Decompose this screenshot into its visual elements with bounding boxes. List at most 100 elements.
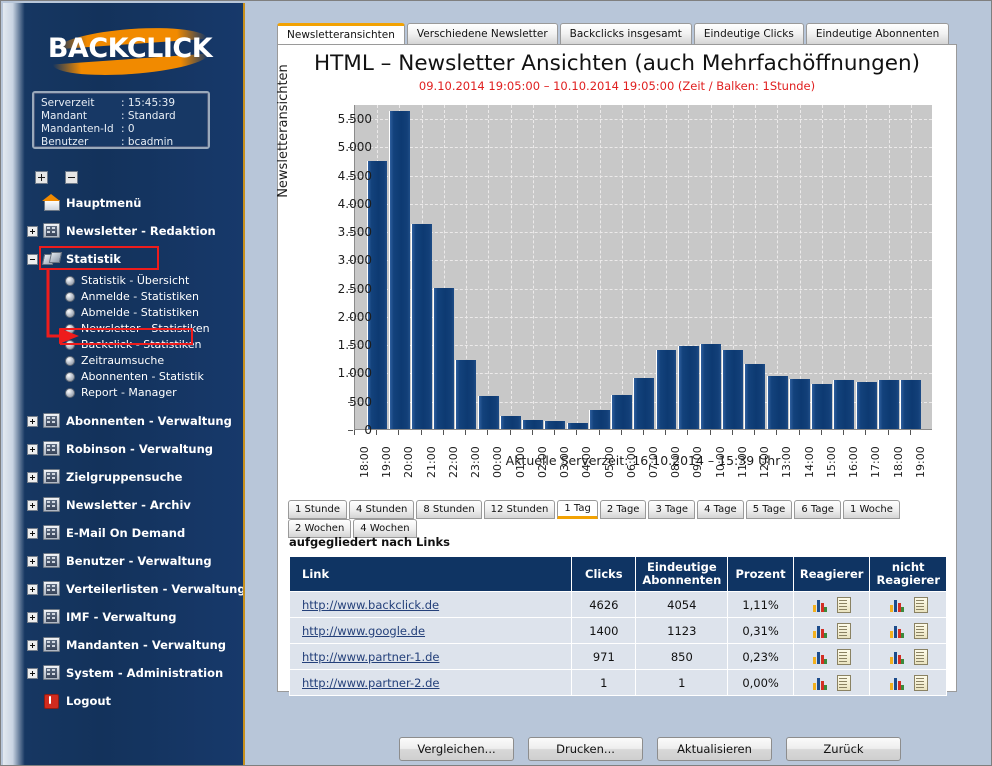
bar-chart-icon[interactable]	[889, 624, 904, 638]
chart-x-tick-mark	[709, 430, 711, 435]
col-header-line1: Eindeutige	[646, 560, 717, 574]
sidebar-item-imf-verwaltung[interactable]: IMF - Verwaltung	[3, 603, 243, 631]
bar-chart-icon[interactable]	[889, 650, 904, 664]
expand-icon[interactable]	[27, 612, 38, 623]
aktualisieren-button[interactable]: Aktualisieren	[657, 737, 772, 761]
sidebar-item-zielgruppensuche[interactable]: Zielgruppensuche	[3, 463, 243, 491]
tab-eindeutige-abonnenten[interactable]: Eindeutige Abonnenten	[805, 23, 950, 45]
expand-icon[interactable]	[27, 444, 38, 455]
time-range-button-3-tage[interactable]: 3 Tage	[648, 500, 696, 519]
collapse-all-button[interactable]	[65, 171, 79, 184]
expand-icon[interactable]	[27, 472, 38, 483]
tree-controls	[35, 169, 90, 188]
time-range-button-6-tage[interactable]: 6 Tage	[794, 500, 841, 519]
logo-text: BACKCLICK	[47, 33, 213, 64]
expand-icon[interactable]	[27, 500, 38, 511]
time-range-button-1-stunde[interactable]: 1 Stunde	[288, 500, 347, 519]
sidebar-item-newsletter-redaktion[interactable]: Newsletter - Redaktion	[3, 217, 243, 245]
link-anchor[interactable]: http://www.google.de	[302, 624, 425, 638]
link-anchor[interactable]: http://www.backclick.de	[302, 598, 439, 612]
sidebar-item-robinson-verwaltung[interactable]: Robinson - Verwaltung	[3, 435, 243, 463]
sidebar-item-verteilerlisten-verwaltung[interactable]: Verteilerlisten - Verwaltung	[3, 575, 243, 603]
col-header-reagierer[interactable]: Reagierer	[792, 555, 871, 593]
sidebar-item-benutzer-verwaltung[interactable]: Benutzer - Verwaltung	[3, 547, 243, 575]
expand-all-button[interactable]	[35, 171, 48, 184]
time-range-button-1-tag[interactable]: 1 Tag	[557, 500, 598, 519]
sidebar-item-abonnenten-verwaltung[interactable]: Abonnenten - Verwaltung	[3, 407, 243, 435]
sidebar-subitem-statistik-uebersicht[interactable]: Statistik - Übersicht	[3, 273, 243, 289]
expand-icon[interactable]	[27, 226, 38, 237]
chart-bar	[499, 416, 521, 429]
col-header-link[interactable]: Link	[288, 555, 573, 593]
tab-newsletteransichten[interactable]: Newsletteransichten	[277, 23, 405, 45]
bar-chart-icon[interactable]	[812, 676, 828, 690]
bullet-icon	[65, 388, 75, 398]
col-header-clicks[interactable]: Clicks	[571, 555, 637, 593]
document-list-icon[interactable]	[837, 623, 852, 640]
sidebar-item-logout[interactable]: Logout	[3, 687, 243, 715]
collapse-icon[interactable]	[27, 254, 38, 265]
expand-icon[interactable]	[27, 668, 38, 679]
sidebar-item-mandanten-verwaltung[interactable]: Mandanten - Verwaltung	[3, 631, 243, 659]
sidebar-subitem-abonnenten-statistik[interactable]: Abonnenten - Statistik	[3, 369, 243, 385]
document-list-icon[interactable]	[837, 649, 852, 666]
time-range-button-12-stunden[interactable]: 12 Stunden	[483, 500, 556, 519]
col-header-prozent[interactable]: Prozent	[727, 555, 794, 593]
bar-chart-icon[interactable]	[812, 598, 828, 612]
sidebar-subitem-zeitraumsuche[interactable]: Zeitraumsuche	[3, 353, 243, 369]
sidebar-item-hauptmenu[interactable]: Hauptmenü	[3, 189, 243, 217]
info-label-serverzeit: Serverzeit	[41, 97, 95, 109]
document-list-icon[interactable]	[913, 623, 928, 640]
document-list-icon[interactable]	[837, 597, 852, 614]
expand-icon[interactable]	[27, 640, 38, 651]
tab-verschiedene-newsletter[interactable]: Verschiedene Newsletter	[406, 23, 558, 45]
col-header-eindeutige-abonnenten[interactable]: Eindeutige Abonnenten	[635, 555, 729, 593]
sidebar-item-label: E-Mail On Demand	[66, 526, 186, 540]
tab-bar: Newsletteransichten Verschiedene Newslett…	[277, 23, 951, 45]
col-header-nicht-reagierer[interactable]: nicht Reagierer	[869, 555, 947, 593]
time-range-button-4-stunden[interactable]: 4 Stunden	[349, 500, 415, 519]
drucken-button[interactable]: Drucken...	[528, 737, 643, 761]
sidebar-item-email-on-demand[interactable]: E-Mail On Demand	[3, 519, 243, 547]
tab-eindeutige-clicks[interactable]: Eindeutige Clicks	[693, 23, 804, 45]
document-list-icon[interactable]	[913, 597, 928, 614]
chart-x-tick-mark	[731, 430, 733, 435]
cell-unique-subscribers: 1123	[635, 617, 729, 645]
expand-icon[interactable]	[27, 556, 38, 567]
time-range-button-2-tage[interactable]: 2 Tage	[599, 500, 647, 519]
chart-bar	[588, 410, 610, 429]
chart-y-tick-label: 5.000	[337, 140, 372, 155]
sidebar-subitem-backclick-statistiken[interactable]: Backclick - Statistiken	[3, 337, 243, 353]
document-list-icon[interactable]	[913, 675, 928, 692]
time-range-button-5-tage[interactable]: 5 Tage	[745, 500, 793, 519]
time-range-button-1-woche[interactable]: 1 Woche	[842, 500, 900, 519]
link-anchor[interactable]: http://www.partner-1.de	[302, 650, 439, 664]
expand-icon[interactable]	[27, 528, 38, 539]
bar-chart-icon[interactable]	[889, 598, 904, 612]
chart-bar	[433, 287, 455, 429]
tab-backclicks-insgesamt[interactable]: Backclicks insgesamt	[559, 23, 692, 45]
link-anchor[interactable]: http://www.partner-2.de	[302, 676, 439, 690]
sidebar-item-newsletter-archiv[interactable]: Newsletter - Archiv	[3, 491, 243, 519]
vergleichen-button[interactable]: Vergleichen...	[399, 737, 514, 761]
chart-y-tick-label: 2.500	[337, 281, 372, 296]
sidebar-item-statistik[interactable]: Statistik	[3, 245, 243, 273]
zurueck-button[interactable]: Zurück	[786, 737, 901, 761]
cell-reagierer	[792, 643, 871, 671]
time-range-button-4-tage[interactable]: 4 Tage	[697, 500, 744, 519]
chart-x-tick-mark	[643, 430, 644, 435]
expand-icon[interactable]	[27, 584, 38, 595]
sidebar-subitem-newsletter-statistiken[interactable]: Newsletter - Statistiken	[3, 321, 243, 337]
sidebar-subitem-abmelde-statistiken[interactable]: Abmelde - Statistiken	[3, 305, 243, 321]
document-list-icon[interactable]	[837, 675, 852, 692]
bar-chart-icon[interactable]	[812, 650, 828, 664]
bar-chart-icon[interactable]	[812, 624, 828, 638]
bar-chart-icon[interactable]	[889, 676, 904, 690]
time-range-button-8-stunden[interactable]: 8 Stunden	[416, 500, 482, 519]
sidebar-subitem-anmelde-statistiken[interactable]: Anmelde - Statistiken	[3, 289, 243, 305]
sidebar-item-system-administration[interactable]: System - Administration	[3, 659, 243, 687]
links-table: Link Clicks Eindeutige Abonnenten Prozen…	[288, 555, 947, 697]
expand-icon[interactable]	[27, 416, 38, 427]
sidebar-subitem-report-manager[interactable]: Report - Manager	[3, 385, 243, 401]
document-list-icon[interactable]	[913, 649, 928, 666]
